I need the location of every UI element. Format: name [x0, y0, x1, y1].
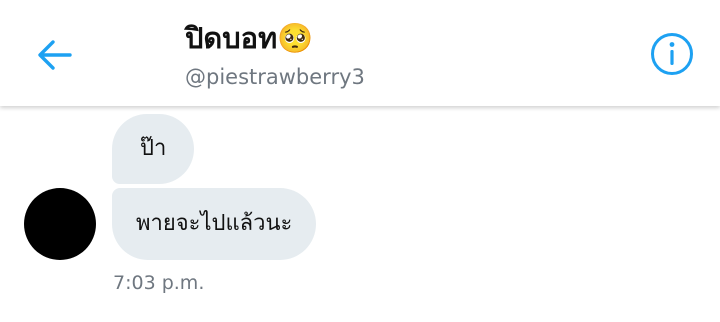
back-button[interactable]	[30, 33, 80, 77]
message-timestamp: 7:03 p.m.	[113, 272, 205, 294]
message-bubble[interactable]: พายจะไปแล้วนะ	[112, 188, 317, 260]
info-icon	[651, 33, 693, 75]
info-button[interactable]	[646, 28, 698, 80]
user-handle: @piestrawberry3	[185, 65, 365, 89]
conversation-header: ปิดบอท🥺 @piestrawberry3	[0, 0, 720, 106]
message-text: ป๊า	[140, 136, 167, 161]
avatar[interactable]	[24, 188, 96, 260]
message-bubble[interactable]: ป๊า	[112, 114, 195, 184]
message-text: พายจะไปแล้วนะ	[136, 211, 293, 236]
message-thread: ป๊า พายจะไปแล้วนะ 7:03 p.m.	[0, 106, 720, 322]
conversation-title-block: ปิดบอท🥺 @piestrawberry3	[185, 18, 365, 92]
conversation-title: ปิดบอท🥺	[185, 21, 314, 55]
back-arrow-icon	[38, 40, 72, 70]
